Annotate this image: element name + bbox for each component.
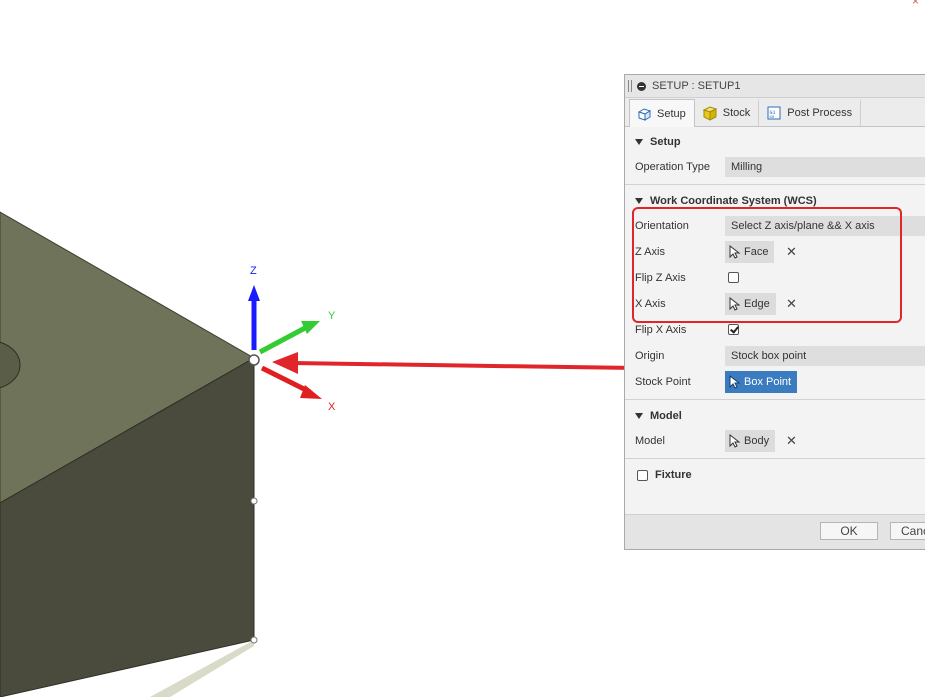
cursor-arrow-icon xyxy=(729,245,741,259)
dialog-tabs: Setup Stock G1 G0 Post Process xyxy=(625,98,925,127)
post-process-icon: G1 G0 xyxy=(767,106,781,120)
tab-setup-label: Setup xyxy=(657,107,686,120)
model-row: Model Body ✕ xyxy=(625,428,925,454)
svg-text:G0: G0 xyxy=(770,116,775,120)
tab-post-process[interactable]: G1 G0 Post Process xyxy=(759,99,862,126)
flip-z-row: Flip Z Axis xyxy=(625,265,925,291)
dialog-title-bar[interactable]: SETUP : SETUP1 xyxy=(625,75,925,98)
model-section-header[interactable]: Model xyxy=(625,404,925,428)
fixture-section-title: Fixture xyxy=(655,469,692,481)
collapse-triangle-icon xyxy=(635,139,643,145)
wcs-section-header[interactable]: Work Coordinate System (WCS) xyxy=(625,189,925,213)
z-axis-label: Z Axis xyxy=(635,246,665,258)
x-axis-label: X Axis xyxy=(635,298,666,310)
origin-dropdown[interactable]: Stock box point xyxy=(725,346,925,366)
divider xyxy=(625,399,925,400)
corner-close-icon[interactable]: × xyxy=(912,0,919,8)
flip-z-label: Flip Z Axis xyxy=(635,272,686,284)
divider xyxy=(625,458,925,459)
setup-dialog: SETUP : SETUP1 Setup Stock G1 G0 Post Pr… xyxy=(624,74,925,550)
triad-x-label: X xyxy=(328,401,336,413)
stock-point-row: Stock Point Box Point xyxy=(625,369,925,395)
dialog-footer: OK Cancel xyxy=(625,514,925,549)
tab-post-process-label: Post Process xyxy=(787,107,853,119)
collapse-icon[interactable] xyxy=(637,81,646,91)
model-label: Model xyxy=(635,435,665,447)
stock-point-selection-button[interactable]: Box Point xyxy=(725,371,798,393)
cursor-arrow-icon xyxy=(729,375,741,389)
flip-x-label: Flip X Axis xyxy=(635,324,687,336)
clear-model-icon[interactable]: ✕ xyxy=(786,434,797,447)
z-axis-value: Face xyxy=(744,246,769,258)
operation-type-row: Operation Type Milling xyxy=(625,154,925,180)
orientation-row: Orientation Select Z axis/plane && X axi… xyxy=(625,213,925,239)
tab-setup[interactable]: Setup xyxy=(629,99,695,127)
orientation-dropdown[interactable]: Select Z axis/plane && X axis xyxy=(725,216,925,236)
tab-stock[interactable]: Stock xyxy=(695,99,760,126)
cursor-arrow-icon xyxy=(729,434,741,448)
fixture-section-header[interactable]: Fixture xyxy=(625,463,925,487)
model-value: Body xyxy=(744,435,770,447)
drag-grip-icon[interactable] xyxy=(628,80,632,92)
z-axis-selection-button[interactable]: Face xyxy=(725,241,775,263)
clear-x-axis-icon[interactable]: ✕ xyxy=(786,297,797,310)
wcs-section-title: Work Coordinate System (WCS) xyxy=(650,195,817,207)
divider xyxy=(625,184,925,185)
stock-box-icon xyxy=(702,106,718,121)
cancel-button[interactable]: Cancel xyxy=(890,522,925,540)
setup-section-header[interactable]: Setup xyxy=(625,130,925,154)
ok-button[interactable]: OK xyxy=(820,522,878,540)
cursor-arrow-icon xyxy=(729,297,741,311)
z-axis-row: Z Axis Face ✕ xyxy=(625,239,925,265)
x-axis-selection-button[interactable]: Edge xyxy=(725,293,776,315)
x-axis-row: X Axis Edge ✕ xyxy=(625,291,925,317)
wcs-triad xyxy=(248,285,322,399)
model-section-title: Model xyxy=(650,410,682,422)
flip-z-checkbox[interactable] xyxy=(728,272,739,283)
collapse-triangle-icon xyxy=(635,198,643,204)
setup-cube-icon xyxy=(637,107,652,121)
model-body[interactable] xyxy=(0,211,260,697)
origin-label: Origin xyxy=(635,350,665,362)
tab-stock-label: Stock xyxy=(722,107,751,119)
stock-point-value: Box Point xyxy=(744,376,792,388)
setup-section-title: Setup xyxy=(650,136,681,148)
collapse-triangle-icon xyxy=(635,413,643,419)
fixture-checkbox[interactable] xyxy=(637,469,648,481)
flip-x-row: Flip X Axis xyxy=(625,317,925,343)
operation-type-dropdown[interactable]: Milling xyxy=(725,157,925,177)
stock-point-label: Stock Point xyxy=(635,376,691,388)
operation-type-label: Operation Type xyxy=(635,161,711,173)
x-axis-value: Edge xyxy=(744,298,770,310)
model-selection-button[interactable]: Body xyxy=(725,430,776,452)
orientation-label: Orientation xyxy=(635,220,689,232)
flip-x-checkbox[interactable] xyxy=(728,324,739,335)
dialog-title: SETUP : SETUP1 xyxy=(652,80,741,92)
origin-row: Origin Stock box point xyxy=(625,343,925,369)
triad-z-label: Z xyxy=(250,265,257,277)
triad-y-label: Y xyxy=(328,310,336,322)
clear-z-axis-icon[interactable]: ✕ xyxy=(786,245,797,258)
